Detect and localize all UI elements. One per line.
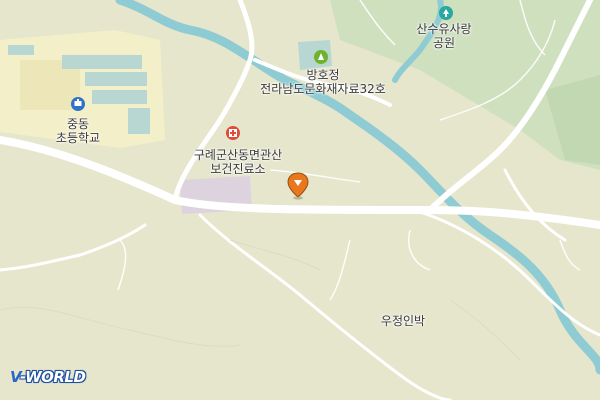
monument-label-text: 방호정 전라남도문화재자료32호 (260, 68, 386, 96)
inn-label: 우정인박 (368, 314, 438, 328)
hospital-icon[interactable] (226, 126, 240, 140)
clinic-label: 구례군산동면관산 보건진료소 (178, 148, 298, 176)
park-label: 산수유사랑 공원 (396, 22, 492, 50)
map-canvas[interactable]: 중동 초등학교 구례군산동면관산 보건진료소 방호정 전라남도문화재자료32호 … (0, 0, 600, 400)
school-label-text: 중동 초등학교 (55, 117, 101, 145)
map-base-layer (0, 0, 600, 400)
park-icon[interactable] (439, 6, 453, 20)
vworld-logo-rest: -WORLD (20, 368, 86, 386)
clinic-label-text: 구례군산동면관산 보건진료소 (193, 148, 283, 176)
school-label: 중동 초등학교 (48, 117, 108, 145)
monument-icon[interactable] (314, 50, 328, 64)
park-label-text: 산수유사랑 공원 (416, 22, 472, 50)
school-icon[interactable] (71, 97, 85, 111)
inn-label-text: 우정인박 (380, 314, 426, 328)
vworld-logo: V-WORLD (10, 368, 86, 386)
vworld-logo-v: V (10, 368, 21, 386)
monument-label: 방호정 전라남도문화재자료32호 (248, 68, 398, 96)
